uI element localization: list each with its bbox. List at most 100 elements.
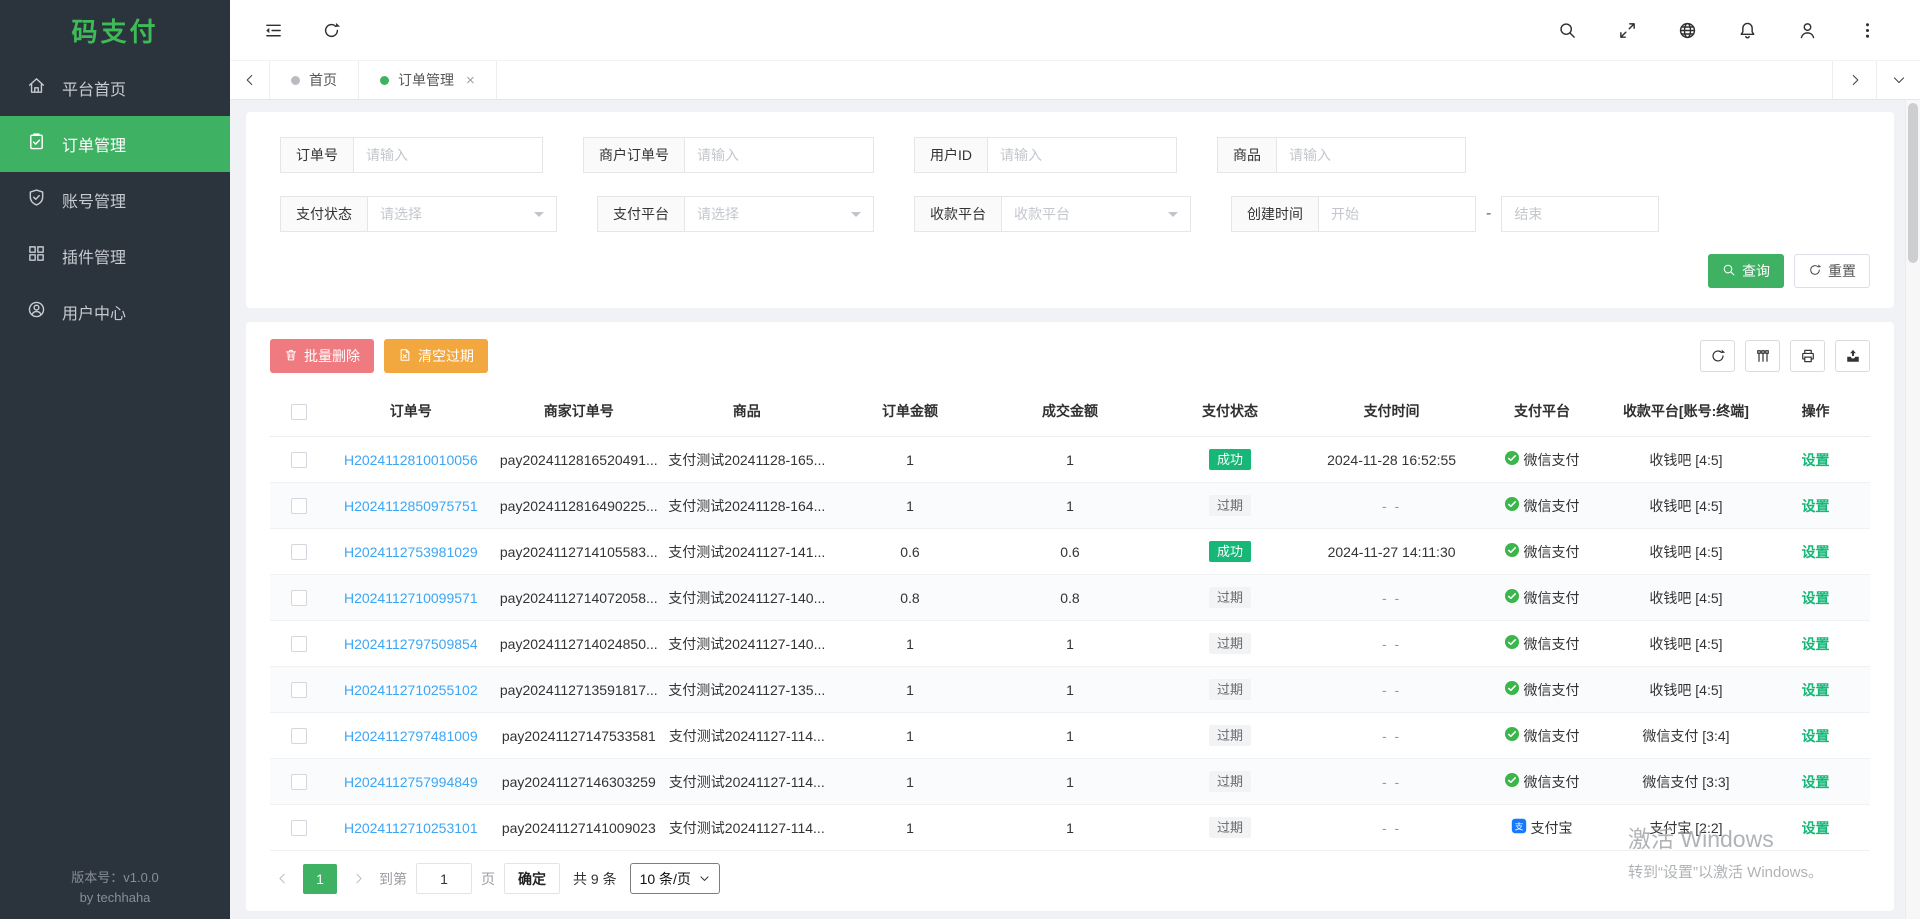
notification-bell-icon[interactable] (1736, 19, 1758, 41)
row-checkbox[interactable] (291, 682, 307, 698)
filter-input-product[interactable] (1276, 137, 1466, 173)
filter-select-receive-platform[interactable]: 收款平台 (1001, 196, 1191, 232)
order-id-link[interactable]: H2024112753981029 (344, 544, 478, 560)
collapse-menu-icon[interactable] (262, 19, 284, 41)
order-id-link[interactable]: H2024112797509854 (344, 636, 478, 652)
tabs-container: 首页订单管理× (270, 61, 497, 99)
settings-link[interactable]: 设置 (1802, 820, 1830, 836)
filter-input-create-time-start[interactable] (1318, 196, 1476, 232)
tab-orders[interactable]: 订单管理× (359, 61, 497, 99)
order-id-link[interactable]: H2024112710253101 (344, 820, 478, 836)
filter-input-create-time-end[interactable] (1501, 196, 1659, 232)
column-header: 订单号 (328, 386, 494, 437)
paid-amount-cell: 1 (990, 667, 1150, 713)
order-amount-cell: 1 (830, 667, 990, 713)
reset-button-label: 重置 (1828, 261, 1856, 281)
tabs-menu-button[interactable] (1876, 61, 1920, 99)
scrollbar-thumb[interactable] (1908, 103, 1918, 263)
settings-link[interactable]: 设置 (1802, 682, 1830, 698)
sidebar-item-accounts[interactable]: 账号管理 (0, 172, 230, 228)
table-columns-button[interactable] (1745, 340, 1780, 372)
product-cell: 支付测试20241127-114... (664, 713, 830, 759)
sidebar-item-orders[interactable]: 订单管理 (0, 116, 230, 172)
filter-input-user-id[interactable] (987, 137, 1177, 173)
table-export-button[interactable] (1835, 340, 1870, 372)
per-page-value: 10 条/页 (640, 869, 691, 889)
filter-label-pay-status: 支付状态 (280, 196, 367, 232)
sidebar-item-home[interactable]: 平台首页 (0, 60, 230, 116)
table-refresh-button[interactable] (1700, 340, 1735, 372)
tab-home[interactable]: 首页 (270, 61, 359, 99)
row-checkbox[interactable] (291, 452, 307, 468)
grid-icon (27, 244, 46, 268)
tabs-scroll-right-button[interactable] (1832, 61, 1876, 99)
table-head: 订单号商家订单号商品订单金额成交金额支付状态支付时间支付平台收款平台[账号:终端… (270, 386, 1870, 437)
filter-select-pay-platform[interactable]: 请选择 (684, 196, 874, 232)
order-id-link[interactable]: H2024112710255102 (344, 682, 478, 698)
payment-platform: 微信支付 (1504, 726, 1579, 746)
tabs-scroll-left-button[interactable] (230, 61, 270, 99)
settings-link[interactable]: 设置 (1802, 452, 1830, 468)
sidebar-item-usercenter[interactable]: 用户中心 (0, 284, 230, 340)
platform-label: 微信支付 (1523, 772, 1579, 792)
row-checkbox[interactable] (291, 728, 307, 744)
search-button[interactable]: 查询 (1708, 254, 1784, 288)
settings-link[interactable]: 设置 (1802, 636, 1830, 652)
date-range-separator: - (1476, 196, 1501, 232)
refresh-page-icon[interactable] (320, 19, 342, 41)
filter-select-pay-status[interactable]: 请选择 (367, 196, 557, 232)
prev-page-button[interactable] (270, 864, 294, 894)
filter-input-merchant-order-no[interactable] (684, 137, 874, 173)
pay-status-cell: 过期 (1150, 759, 1310, 805)
next-page-button[interactable] (346, 864, 370, 894)
payment-platform: 微信支付 (1504, 496, 1579, 516)
goto-confirm-button[interactable]: 确定 (504, 863, 560, 894)
row-checkbox[interactable] (291, 636, 307, 652)
row-checkbox[interactable] (291, 590, 307, 606)
row-checkbox[interactable] (291, 498, 307, 514)
filter-input-order-no[interactable] (353, 137, 543, 173)
receive-account-cell: 收钱吧 [4:5] (1611, 667, 1761, 713)
column-header: 支付平台 (1473, 386, 1611, 437)
receive-account-cell: 收钱吧 [4:5] (1611, 483, 1761, 529)
goto-page-input[interactable] (416, 863, 472, 894)
fullscreen-icon[interactable] (1616, 19, 1638, 41)
order-id-link[interactable]: H2024112797481009 (344, 728, 478, 744)
batch-delete-button[interactable]: 批量删除 (270, 339, 374, 373)
more-kebab-icon[interactable] (1856, 19, 1878, 41)
settings-link[interactable]: 设置 (1802, 728, 1830, 744)
select-all-checkbox[interactable] (291, 404, 307, 420)
user-avatar-icon[interactable] (1796, 19, 1818, 41)
clear-expired-button[interactable]: 清空过期 (384, 339, 488, 373)
sidebar-item-plugins[interactable]: 插件管理 (0, 228, 230, 284)
order-id-link[interactable]: H2024112710099571 (344, 590, 478, 606)
order-id-cell: H2024112753981029 (328, 529, 494, 575)
settings-link[interactable]: 设置 (1802, 544, 1830, 560)
order-id-link[interactable]: H2024112850975751 (344, 498, 478, 514)
table-print-button[interactable] (1790, 340, 1825, 372)
tab-close-icon[interactable]: × (466, 73, 475, 88)
order-id-link[interactable]: H2024112757994849 (344, 774, 478, 790)
order-id-cell: H2024112797481009 (328, 713, 494, 759)
search-icon[interactable] (1556, 19, 1578, 41)
language-globe-icon[interactable] (1676, 19, 1698, 41)
content: 订单号商户订单号用户ID商品 支付状态请选择支付平台请选择收款平台收款平台创建时… (230, 100, 1920, 919)
vertical-scrollbar[interactable] (1905, 100, 1920, 919)
action-cell: 设置 (1761, 529, 1870, 575)
paid-amount-cell: 1 (990, 621, 1150, 667)
sidebar-item-label: 平台首页 (62, 76, 126, 100)
wechat-pay-icon (1504, 496, 1520, 515)
table-body: H2024112810010056pay2024112816520491...支… (270, 437, 1870, 851)
settings-link[interactable]: 设置 (1802, 498, 1830, 514)
reset-button[interactable]: 重置 (1794, 254, 1870, 288)
row-checkbox[interactable] (291, 544, 307, 560)
row-checkbox[interactable] (291, 820, 307, 836)
settings-link[interactable]: 设置 (1802, 774, 1830, 790)
order-id-link[interactable]: H2024112810010056 (344, 452, 478, 468)
settings-link[interactable]: 设置 (1802, 590, 1830, 606)
column-header: 订单金额 (830, 386, 990, 437)
page-number-button[interactable]: 1 (303, 864, 337, 894)
row-checkbox[interactable] (291, 774, 307, 790)
app-root: 码支付 平台首页订单管理账号管理插件管理用户中心 版本号：v1.0.0 by t… (0, 0, 1920, 919)
per-page-select[interactable]: 10 条/页 (630, 863, 720, 894)
